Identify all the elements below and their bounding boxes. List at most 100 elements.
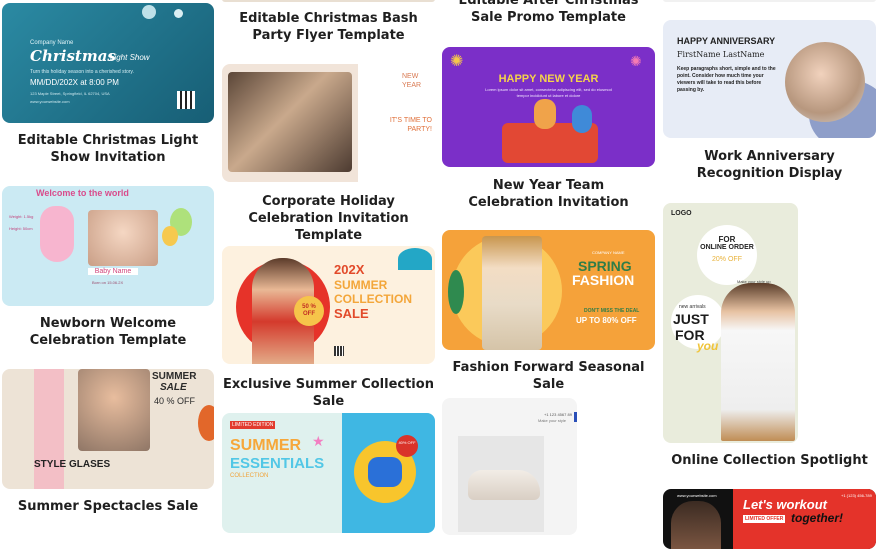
baby-footprint-icon	[40, 206, 74, 262]
card-after-christmas[interactable]: Editable After Christmas Sale Promo Temp…	[442, 0, 655, 30]
card-title[interactable]: Work Anniversary Recognition Display	[663, 148, 876, 182]
card-title[interactable]: Editable After Christmas Sale Promo Temp…	[442, 0, 655, 26]
card-fashion-forward[interactable]: COMPANY NAME SPRING FASHION DON'T MISS T…	[442, 230, 655, 392]
offer-circle	[697, 225, 757, 285]
fashion-fashion: FASHION	[572, 272, 635, 288]
essentials-word: ESSENTIALS	[230, 455, 325, 472]
card-summer-essentials[interactable]: LIMITED EDITION SUMMER ESSENTIALS COLLEC…	[222, 413, 435, 533]
leaf-icon	[448, 270, 464, 314]
spectacles-style: STYLE GLASES	[34, 459, 111, 470]
card-title[interactable]: Summer Spectacles Sale	[2, 498, 214, 515]
newborn-weight: Weight: 1.5kg	[9, 214, 34, 219]
new-year-headline: HAPPY NEW YEAR	[498, 73, 599, 85]
card-title[interactable]: Exclusive Summer Collection Sale	[222, 376, 435, 410]
fashion-brand: COMPANY NAME	[592, 250, 625, 255]
summer-percent: 50 % OFF	[302, 304, 316, 317]
newborn-height: Height: 50cm	[9, 226, 33, 231]
person-illustration	[572, 105, 592, 133]
baby-name-label: Baby Name	[88, 268, 138, 275]
party-label: IT'S TIME TO PARTY!	[389, 117, 432, 133]
online-logo: LOGO	[671, 210, 692, 217]
card-christmas-bash[interactable]: Editable Christmas Bash Party Flyer Temp…	[222, 0, 435, 44]
card-christmas-light-show[interactable]: Company Name Christmas Light Show Turn t…	[2, 3, 214, 168]
card-title[interactable]: Fashion Forward Seasonal Sale	[442, 359, 655, 393]
online-collection-thumbnail[interactable]: LOGO FOR ONLINE ORDER 20% OFF Make your …	[663, 203, 798, 443]
fashion-upto: UP TO 80% OFF	[576, 316, 637, 325]
collection-word: COLLECTION	[334, 292, 412, 306]
newborn-welcome-text: Welcome to the world	[36, 188, 129, 198]
sneaker-image	[468, 470, 540, 500]
card-title[interactable]: Corporate Holiday Celebration Invitation…	[222, 193, 435, 244]
sneaker-caption: Make your style	[538, 418, 567, 423]
orange-circle	[198, 405, 214, 441]
anniversary-headline: HAPPY ANNIVERSARY	[677, 36, 776, 46]
model-photo	[78, 369, 150, 451]
baby-photo	[88, 210, 158, 266]
card-summer-spectacles[interactable]: SUMMER SALE 40 % OFF STYLE GLASES Summer…	[2, 369, 214, 519]
sneaker-thumbnail[interactable]: +1 123 4567 89 Make your style	[442, 398, 577, 535]
christmas-light-thumbnail[interactable]: Company Name Christmas Light Show Turn t…	[2, 3, 214, 123]
online-off: 20% OFF	[712, 256, 742, 263]
fashion-thumbnail[interactable]: COMPANY NAME SPRING FASHION DON'T MISS T…	[442, 230, 655, 350]
card-title[interactable]: Online Collection Spotlight	[663, 452, 876, 469]
card-title[interactable]: Newborn Welcome Celebration Template	[2, 315, 214, 349]
christmas-headline: Christmas	[30, 47, 116, 65]
qr-code-icon	[334, 346, 344, 356]
card-lets-workout[interactable]: www.yourwebsite.com +1 (123) 456-789 Let…	[663, 489, 876, 549]
summer-collection-thumbnail[interactable]: 50 % OFF 202X SUMMER COLLECTION SALE	[222, 246, 435, 364]
new-year-body: Lorem ipsum dolor sit amet, consectetur …	[485, 87, 612, 98]
essentials-summer: SUMMER	[230, 437, 302, 454]
card-newborn-welcome[interactable]: Welcome to the world Weight: 1.5kg Heigh…	[2, 186, 214, 351]
sandals-icon	[368, 457, 402, 487]
workout-phone: +1 (123) 456-789	[841, 493, 872, 498]
ornament-icon	[142, 5, 156, 19]
workout-limited: LIMITED OFFER	[743, 515, 786, 523]
new-year-thumbnail[interactable]: HAPPY NEW YEAR Lorem ipsum dolor sit ame…	[442, 47, 655, 167]
card-title[interactable]: Editable Christmas Light Show Invitation	[2, 132, 214, 166]
anniversary-thumbnail[interactable]: HAPPY ANNIVERSARY FirstName LastName Kee…	[663, 20, 876, 138]
star-icon: ★	[312, 433, 325, 449]
model-photo	[482, 236, 542, 350]
ornament-icon	[174, 9, 183, 18]
balloon-icon	[162, 226, 178, 246]
summer-essentials-thumbnail[interactable]: LIMITED EDITION SUMMER ESSENTIALS COLLEC…	[222, 413, 435, 533]
card-corporate-holiday[interactable]: NEW YEAR IT'S TIME TO PARTY! Corporate H…	[222, 64, 435, 243]
spectacles-summer: SUMMER	[152, 371, 197, 382]
palm-leaf-icon	[398, 248, 432, 270]
corporate-thumbnail[interactable]: NEW YEAR IT'S TIME TO PARTY!	[222, 64, 435, 182]
online-you: you	[697, 339, 719, 353]
card-work-anniversary[interactable]: HAPPY ANNIVERSARY FirstName LastName Kee…	[663, 20, 876, 185]
sneaker-phone: +1 123 4567 89	[544, 412, 572, 417]
summer-year: 202X	[334, 262, 365, 277]
christmas-address: 123 Maple Street, Springfield, IL 62704,…	[30, 91, 110, 96]
newborn-thumbnail[interactable]: Welcome to the world Weight: 1.5kg Heigh…	[2, 186, 214, 306]
card-title[interactable]: New Year Team Celebration Invitation	[442, 177, 655, 211]
spectacles-discount: 40 % OFF	[154, 396, 196, 406]
christmas-website: www.yourwebsite.com	[30, 99, 70, 104]
workout-headline: Let's workout	[743, 497, 827, 512]
firework-icon: ✺	[450, 53, 464, 70]
card-new-year-team[interactable]: HAPPY NEW YEAR Lorem ipsum dolor sit ame…	[442, 47, 655, 212]
card-title[interactable]: Editable Christmas Bash Party Flyer Temp…	[222, 10, 435, 44]
model-photo	[721, 283, 795, 441]
anniversary-name: FirstName LastName	[677, 50, 765, 59]
spectacles-sale: SALE	[160, 382, 187, 393]
spectacles-thumbnail[interactable]: SUMMER SALE 40 % OFF STYLE GLASES	[2, 369, 214, 489]
partial-thumbnail[interactable]	[663, 0, 876, 2]
card-online-collection[interactable]: LOGO FOR ONLINE ORDER 20% OFF Make your …	[663, 203, 876, 473]
discount-badge	[396, 435, 418, 457]
card-summer-collection[interactable]: 50 % OFF 202X SUMMER COLLECTION SALE Exc…	[222, 246, 435, 409]
online-just: JUST	[673, 311, 709, 327]
card-sneaker[interactable]: +1 123 4567 89 Make your style	[442, 398, 577, 535]
card-top-right-partial[interactable]	[663, 0, 876, 4]
pink-stripe	[34, 369, 64, 489]
online-for: FOR	[718, 235, 736, 244]
summer-word: SUMMER	[334, 278, 388, 292]
christmas-datetime: MM/DD/202X at 8:00 PM	[30, 78, 119, 87]
sale-word: SALE	[334, 306, 369, 321]
workout-thumbnail[interactable]: www.yourwebsite.com +1 (123) 456-789 Let…	[663, 489, 876, 549]
workout-site: www.yourwebsite.com	[677, 493, 717, 498]
christmas-bash-thumbnail[interactable]	[222, 0, 435, 2]
firework-icon: ✺	[630, 53, 642, 69]
blue-accent	[574, 412, 577, 422]
